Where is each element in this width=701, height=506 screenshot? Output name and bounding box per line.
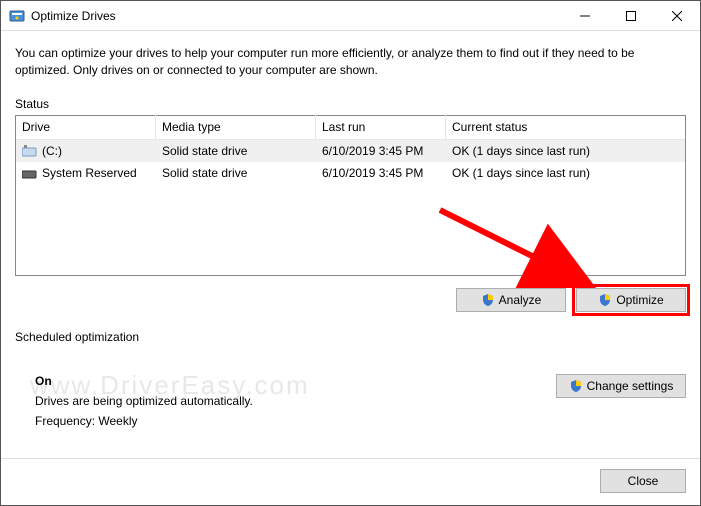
- scheduled-on: On: [35, 374, 556, 388]
- table-header: Drive Media type Last run Current status: [16, 116, 685, 140]
- shield-icon: [598, 293, 612, 307]
- column-drive[interactable]: Drive: [16, 115, 156, 139]
- app-icon: [9, 8, 25, 24]
- drive-icon: [22, 145, 38, 157]
- table-row[interactable]: (C:) Solid state drive 6/10/2019 3:45 PM…: [16, 140, 685, 162]
- column-status[interactable]: Current status: [446, 115, 685, 139]
- current-status: OK (1 days since last run): [446, 162, 685, 184]
- media-type: Solid state drive: [156, 140, 316, 162]
- scheduled-label: Scheduled optimization: [15, 330, 686, 344]
- drive-icon: [22, 167, 38, 179]
- analyze-button[interactable]: Analyze: [456, 288, 566, 312]
- titlebar: Optimize Drives: [1, 1, 700, 31]
- column-lastrun[interactable]: Last run: [316, 115, 446, 139]
- maximize-button[interactable]: [608, 1, 654, 31]
- scheduled-frequency: Frequency: Weekly: [35, 414, 556, 428]
- last-run: 6/10/2019 3:45 PM: [316, 162, 446, 184]
- optimize-button[interactable]: Optimize: [576, 288, 686, 312]
- drive-name: (C:): [42, 144, 62, 158]
- shield-icon: [569, 379, 583, 393]
- current-status: OK (1 days since last run): [446, 140, 685, 162]
- status-label: Status: [15, 97, 686, 111]
- last-run: 6/10/2019 3:45 PM: [316, 140, 446, 162]
- table-row[interactable]: System Reserved Solid state drive 6/10/2…: [16, 162, 685, 184]
- description-text: You can optimize your drives to help you…: [15, 45, 686, 79]
- window-title: Optimize Drives: [31, 9, 562, 23]
- shield-icon: [481, 293, 495, 307]
- close-button[interactable]: [654, 1, 700, 31]
- media-type: Solid state drive: [156, 162, 316, 184]
- close-dialog-button[interactable]: Close: [600, 469, 686, 493]
- column-media[interactable]: Media type: [156, 115, 316, 139]
- drives-table: Drive Media type Last run Current status…: [15, 115, 686, 276]
- change-settings-button[interactable]: Change settings: [556, 374, 686, 398]
- minimize-button[interactable]: [562, 1, 608, 31]
- scheduled-description: Drives are being optimized automatically…: [35, 394, 556, 408]
- drive-name: System Reserved: [42, 166, 137, 180]
